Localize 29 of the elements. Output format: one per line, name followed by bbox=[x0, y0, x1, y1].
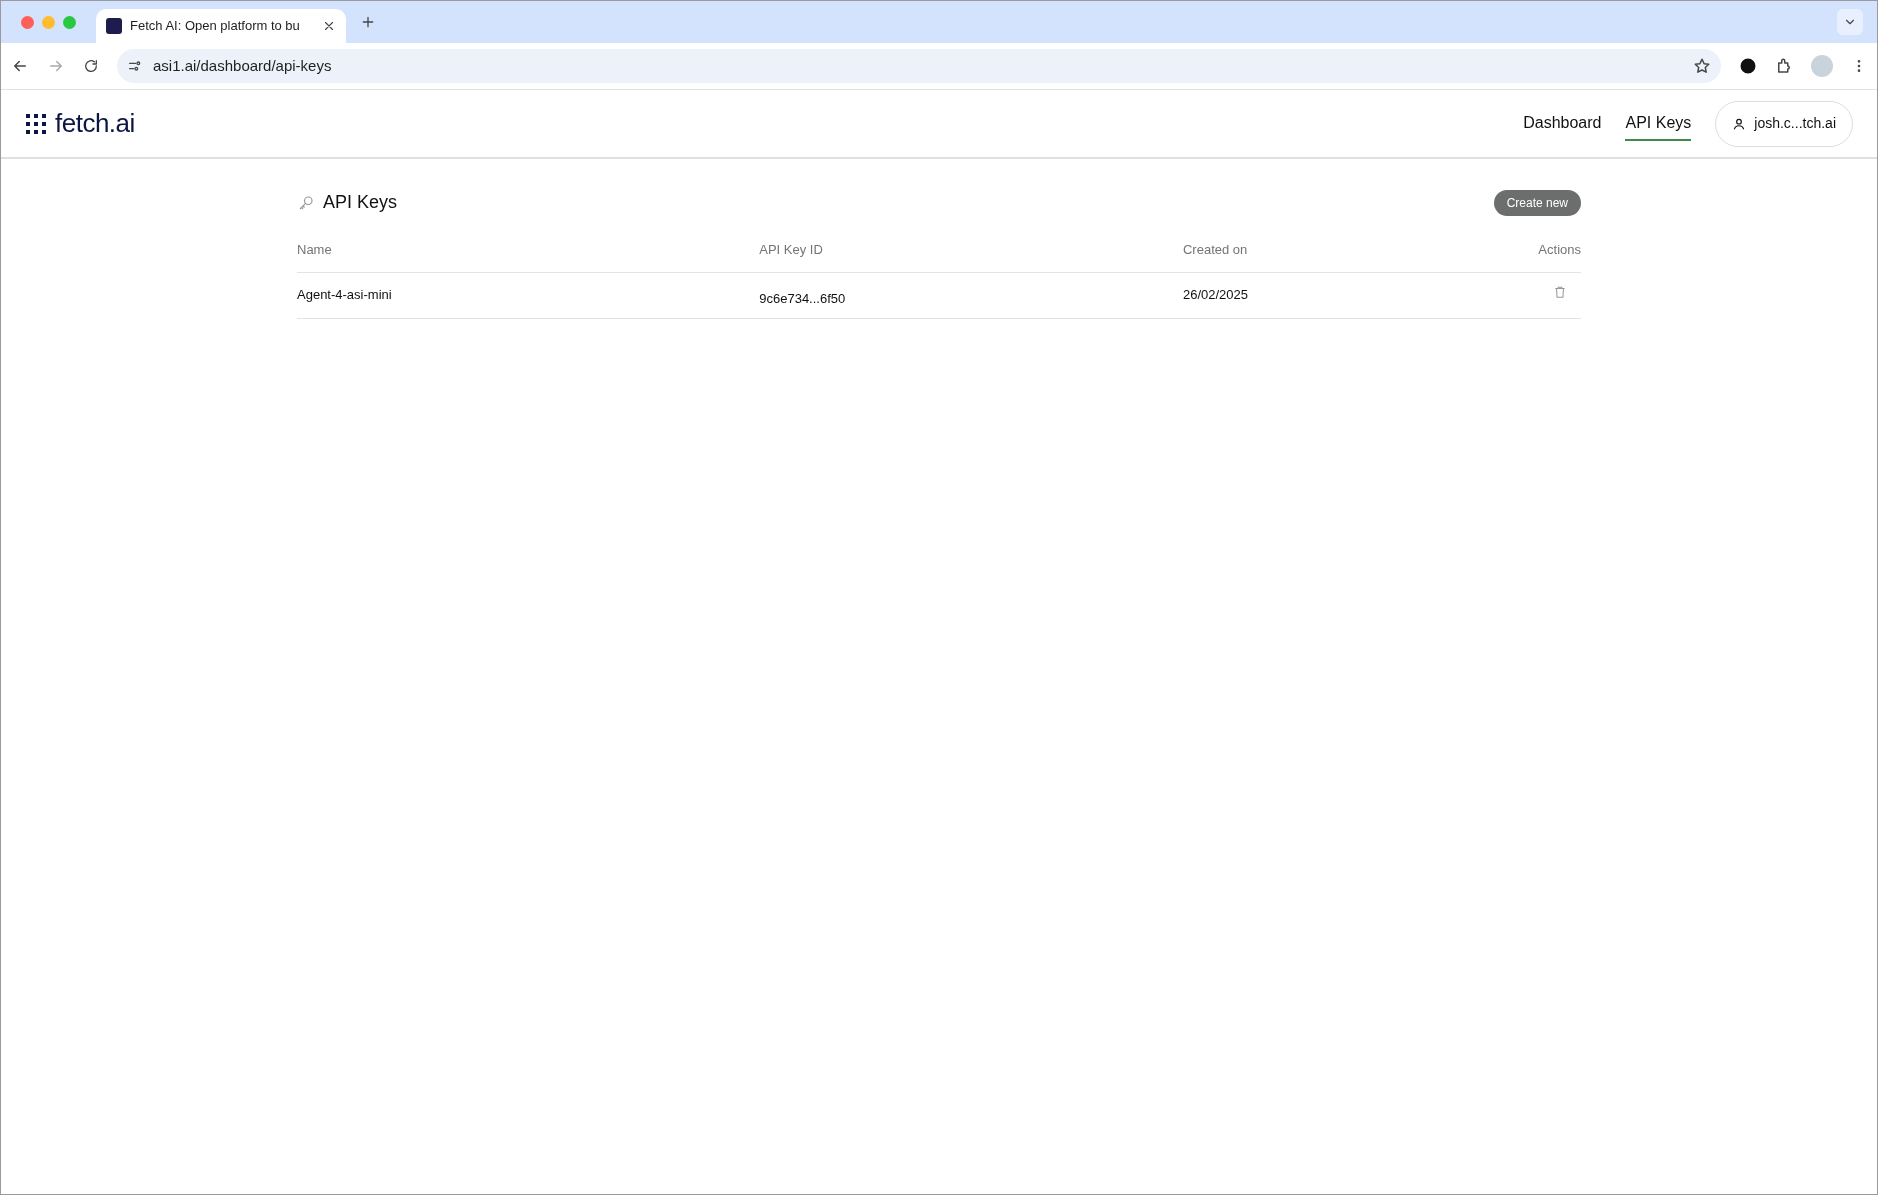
column-header: Name bbox=[297, 240, 760, 272]
table-cell: Agent-4-asi-mini bbox=[297, 272, 760, 319]
new-tab-icon[interactable] bbox=[360, 14, 376, 30]
user-icon bbox=[1732, 116, 1747, 131]
logo-text[interactable]: fetch.ai bbox=[55, 104, 135, 143]
column-header: API Key ID bbox=[759, 240, 1183, 272]
nav-link[interactable]: Dashboard bbox=[1523, 106, 1602, 141]
reload-icon[interactable] bbox=[83, 58, 99, 74]
close-icon[interactable] bbox=[322, 19, 336, 33]
address-bar[interactable]: asi1.ai/dashboard/api-keys bbox=[117, 49, 1721, 83]
browser-tab[interactable]: Fetch AI: Open platform to bu bbox=[96, 9, 346, 43]
star-icon[interactable] bbox=[1693, 57, 1711, 75]
nav-link[interactable]: API Keys bbox=[1625, 106, 1692, 141]
table-cell: 26/02/2025 bbox=[1182, 272, 1517, 319]
column-header: Actions bbox=[1516, 240, 1581, 272]
table-cell: 9c6e734...6f50 bbox=[759, 272, 1183, 319]
tab-title: Fetch AI: Open platform to bu bbox=[130, 17, 301, 36]
puzzle-icon[interactable] bbox=[1775, 57, 1793, 75]
user-account-button[interactable]: josh.c...tch.ai bbox=[1715, 100, 1853, 147]
url-text: asi1.ai/dashboard/api-keys bbox=[153, 55, 332, 76]
create-new-button[interactable]: Create new bbox=[1493, 189, 1581, 216]
key-icon bbox=[297, 193, 315, 212]
column-header: Created on bbox=[1182, 240, 1517, 272]
page-title: API Keys bbox=[323, 191, 398, 214]
favicon-icon bbox=[106, 18, 122, 34]
logo-grid-icon bbox=[25, 112, 47, 135]
extension-icon[interactable] bbox=[1739, 57, 1757, 75]
trash-icon[interactable] bbox=[1553, 284, 1567, 299]
site-settings-icon[interactable] bbox=[127, 58, 143, 74]
